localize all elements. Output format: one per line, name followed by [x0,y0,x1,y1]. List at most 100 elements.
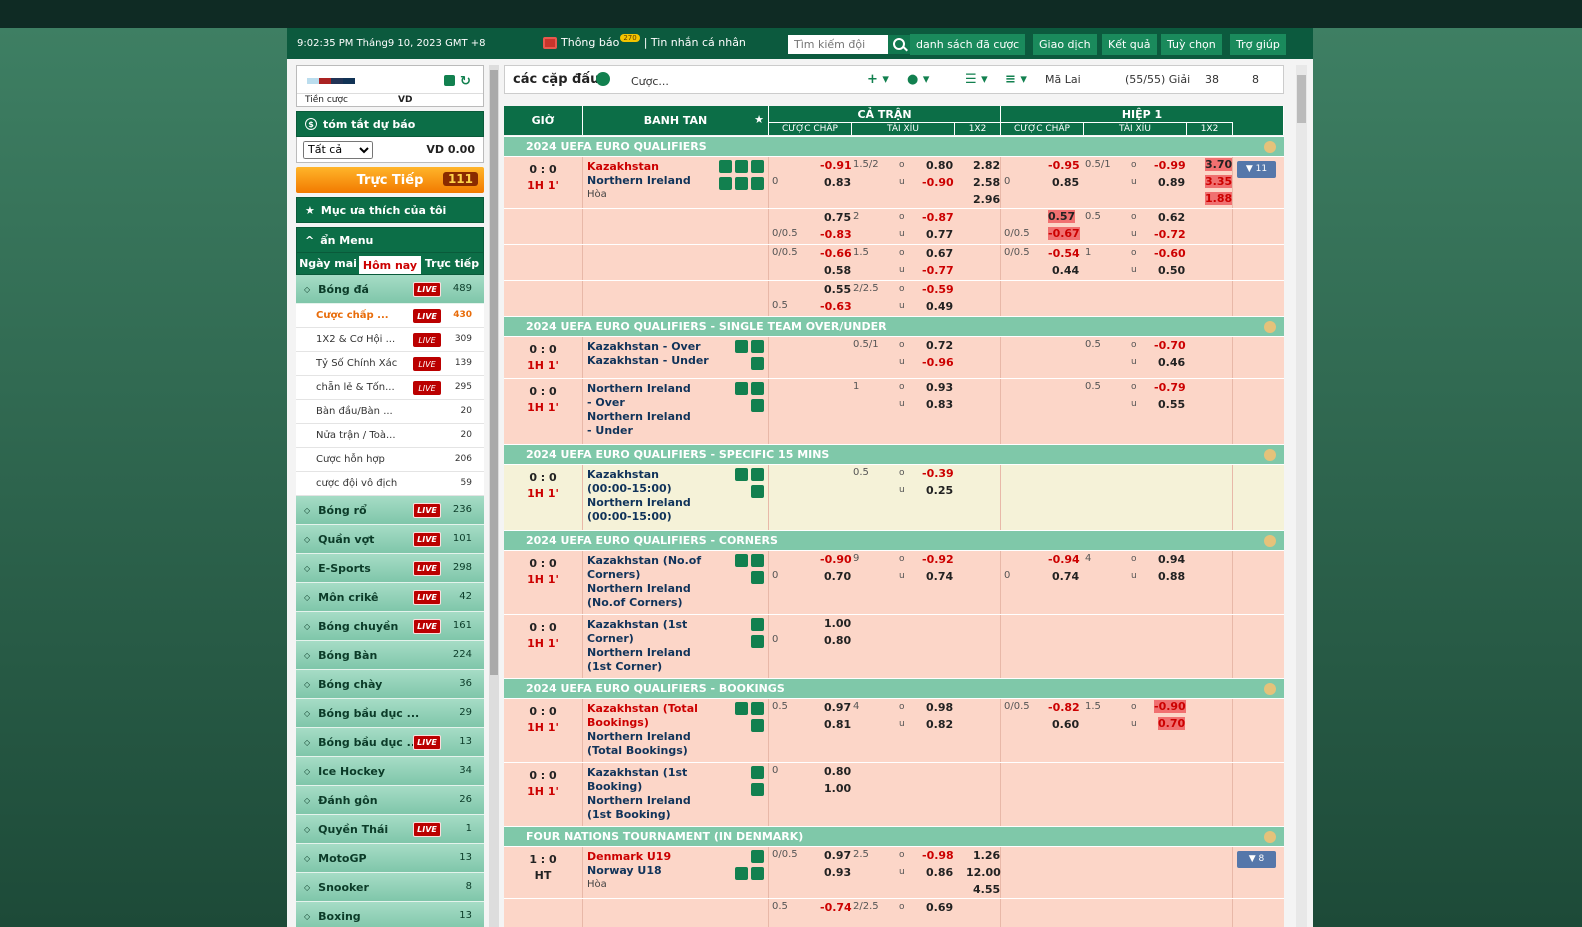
odds[interactable]: 0.93 [926,381,953,394]
odds[interactable]: 2.96 [973,193,1000,206]
star-icon[interactable] [751,340,764,353]
options-button[interactable]: Tuỳ chọn [1161,34,1222,55]
sport-item[interactable]: ◇ Đánh gôn 26 [296,786,484,815]
odds[interactable]: 0.97 [824,849,851,862]
sport-item[interactable]: ◇ Môn crikê LIVE 42 [296,583,484,612]
league-header[interactable]: 2024 UEFA EURO QUALIFIERS [504,136,1284,156]
odds[interactable]: 0.44 [1052,264,1079,277]
main-scrollbar[interactable] [1296,65,1307,927]
tab-live[interactable]: Trực tiếp [421,253,483,274]
tab-today[interactable]: Hôm nay [359,256,421,274]
league-icon[interactable] [1264,449,1276,461]
league-header[interactable]: FOUR NATIONS TOURNAMENT (IN DENMARK) [504,826,1284,846]
odds[interactable]: -0.66 [820,247,852,260]
odds[interactable]: 0.62 [1158,211,1185,224]
odds[interactable]: 3.35 [1205,175,1233,188]
star-icon[interactable] [751,702,764,715]
speaker-icon[interactable] [596,72,610,86]
odds[interactable]: -0.63 [820,300,852,313]
calendar-icon[interactable] [735,554,748,567]
odds[interactable]: 0.70 [1158,717,1186,730]
odds[interactable]: 0.55 [824,283,851,296]
dollar-icon[interactable] [751,571,764,584]
odds[interactable]: 0.57 [1048,210,1076,223]
notice-area[interactable]: Thông báo 270 | Tin nhắn cá nhân [543,33,746,49]
odds[interactable]: 0.75 [824,211,851,224]
odds[interactable]: 12.00 [966,866,1001,879]
favorites-header[interactable]: ★ Mục ưa thích của tôi [296,197,484,223]
live-button[interactable]: Trực Tiếp 111 [296,167,484,193]
odds[interactable]: -0.59 [922,283,954,296]
league-header[interactable]: 2024 UEFA EURO QUALIFIERS - BOOKINGS [504,678,1284,698]
scroll-thumb[interactable] [1297,75,1306,123]
parlay-icon[interactable] [751,867,764,880]
calendar-icon[interactable] [735,702,748,715]
submenu-item[interactable]: Nửa trận / Toà... 20 [296,424,484,448]
sport-item[interactable]: ◇ Bóng Bàn 224 [296,641,484,670]
odds[interactable]: 0.70 [824,570,851,583]
odds[interactable]: -0.79 [1154,381,1186,394]
chart-icon[interactable] [719,177,732,190]
odds[interactable]: 0.82 [926,718,953,731]
sport-item[interactable]: ◇ Bóng bầu dục ... 29 [296,699,484,728]
odds[interactable]: -0.92 [922,553,954,566]
odds[interactable]: 0.80 [824,765,851,778]
scroll-thumb[interactable] [490,70,498,675]
dollar-icon[interactable] [751,635,764,648]
odds[interactable]: 0.25 [926,484,953,497]
star-icon[interactable] [751,160,764,173]
sport-item[interactable]: ◇ Quần vợt LIVE 101 [296,525,484,554]
odds[interactable]: 3.70 [1205,158,1233,171]
dollar-icon[interactable] [751,357,764,370]
odds[interactable]: 1.26 [973,849,1000,862]
odds[interactable]: 0.55 [1158,398,1185,411]
odds[interactable]: 0.74 [926,570,953,583]
odds[interactable]: 0.89 [1158,176,1185,189]
submenu-item[interactable]: Bàn đầu/Bàn ... 20 [296,400,484,424]
odds[interactable]: 0.46 [1158,356,1185,369]
odds[interactable]: 0.98 [926,701,953,714]
search-button[interactable] [888,35,911,54]
odds[interactable]: 2.82 [973,159,1000,172]
odds[interactable]: 1.00 [824,782,851,795]
odds[interactable]: -0.91 [820,159,852,172]
odds[interactable]: 0.97 [824,701,851,714]
calendar-icon[interactable] [735,382,748,395]
league-icon[interactable] [1264,321,1276,333]
odds[interactable]: -0.99 [1154,159,1186,172]
star-icon[interactable] [751,850,764,863]
odds[interactable]: 0.72 [926,339,953,352]
star-icon[interactable] [751,468,764,481]
star-icon[interactable] [751,766,764,779]
dollar-icon[interactable] [751,719,764,732]
sport-item[interactable]: ◇ Snooker 8 [296,873,484,902]
messages-link[interactable]: | Tin nhắn cá nhân [644,36,746,49]
sport-item[interactable]: ◇ Ice Hockey 34 [296,757,484,786]
odds[interactable]: 0.83 [926,398,953,411]
odds[interactable]: -0.83 [820,228,852,241]
odds[interactable]: -0.96 [922,356,954,369]
sport-item[interactable]: ◇ MotoGP 13 [296,844,484,873]
sport-item[interactable]: ◇ Bóng rổ LIVE 236 [296,496,484,525]
odds[interactable]: 0.80 [824,634,851,647]
stats-icon[interactable] [719,160,732,173]
odds[interactable]: -0.39 [922,467,954,480]
calendar-icon[interactable] [735,468,748,481]
odds[interactable]: -0.70 [1154,339,1186,352]
sport-item[interactable]: ◇ Bóng chày 36 [296,670,484,699]
odds[interactable]: 2.58 [973,176,1000,189]
odds[interactable]: -0.67 [1048,227,1080,240]
odds[interactable]: -0.98 [922,849,954,862]
more-bets-button[interactable]: ▼ 8 [1237,851,1276,868]
odds[interactable]: 0.83 [824,176,851,189]
notice-link[interactable]: Thông báo [561,36,619,49]
league-icon[interactable] [1264,683,1276,695]
forecast-select[interactable]: Tất cả [303,140,373,159]
sport-item[interactable]: ◇ Bóng chuyền LIVE 161 [296,612,484,641]
parlay-icon[interactable] [751,177,764,190]
refresh-icon[interactable]: ↻ [460,74,471,89]
league-icon[interactable] [1264,831,1276,843]
sort-icon[interactable]: ☰ ▾ [965,72,988,87]
odds[interactable]: 0.80 [926,159,953,172]
menu-header[interactable]: ^ ẩn Menu [296,227,484,253]
